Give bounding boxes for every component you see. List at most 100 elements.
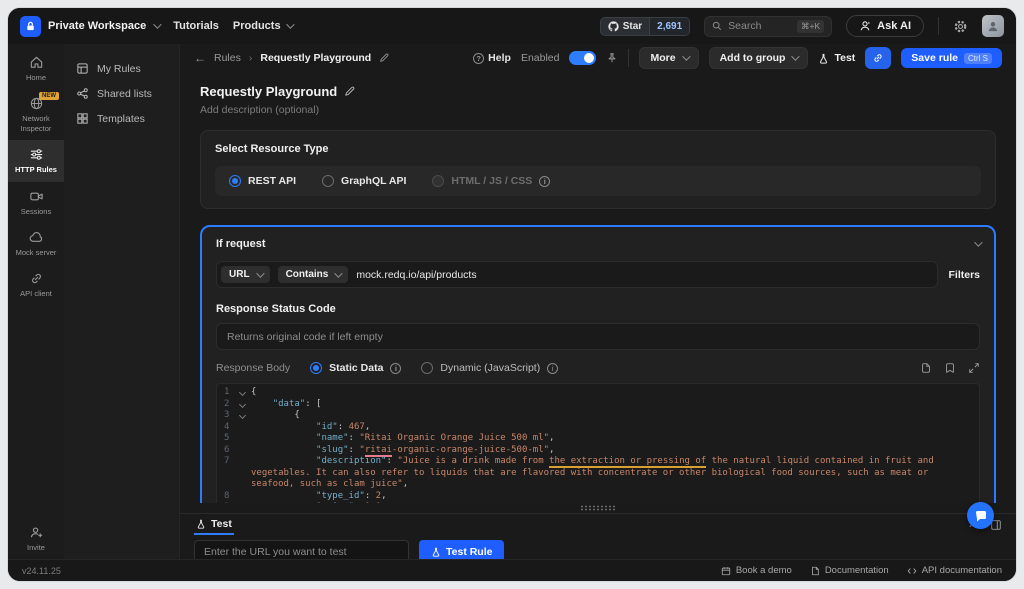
radio-icon [310, 362, 322, 374]
test-button[interactable]: Test [818, 52, 855, 64]
divider [628, 49, 629, 67]
share-link-button[interactable] [865, 47, 891, 69]
app-footer: v24.11.25 Book a demo Documentation API … [8, 559, 1016, 581]
tab-test[interactable]: Test [194, 514, 234, 535]
radio-dynamic-js[interactable]: Dynamic (JavaScript)i [421, 362, 558, 374]
format-code-icon[interactable] [920, 362, 932, 374]
response-body-editor[interactable]: 1{2 "data": [3 {4 "id": 467,5 "name": "R… [216, 383, 980, 503]
chevron-down-icon [153, 20, 161, 28]
sidebar-item-mock-server[interactable]: Mock server [8, 223, 64, 264]
edit-pencil-icon[interactable] [344, 86, 355, 97]
app-version: v24.11.25 [22, 566, 61, 576]
panel-splitter[interactable] [180, 503, 1016, 513]
search-icon [712, 21, 722, 31]
primary-sidebar: Home NEW Network Inspector HTTP Rules Se… [8, 44, 64, 559]
person-icon [987, 20, 999, 32]
sidebar-item-sessions[interactable]: Sessions [8, 182, 64, 223]
radio-icon [421, 362, 433, 374]
expand-icon[interactable] [968, 362, 980, 374]
more-button[interactable]: More [639, 47, 698, 69]
app-window: Private Workspace Tutorials Products Sta… [8, 8, 1016, 581]
sidebar-item-my-rules[interactable]: My Rules [64, 56, 179, 81]
status-code-label: Response Status Code [216, 303, 980, 315]
info-icon: i [539, 176, 550, 187]
save-rule-button[interactable]: Save ruleCtrl S [901, 48, 1002, 68]
user-avatar[interactable] [982, 15, 1004, 37]
search-shortcut: ⌘+K [797, 20, 824, 33]
chevron-down-icon [682, 52, 690, 60]
book-demo-link[interactable]: Book a demo [721, 565, 792, 576]
api-documentation-link[interactable]: API documentation [907, 565, 1002, 576]
enabled-toggle[interactable] [569, 51, 596, 65]
info-icon: i [547, 363, 558, 374]
resource-type-heading: Select Resource Type [215, 143, 981, 155]
code-lines: 1{2 "data": [3 {4 "id": 467,5 "name": "R… [217, 384, 979, 503]
sidebar-item-home[interactable]: Home [8, 48, 64, 89]
nav-tutorials[interactable]: Tutorials [173, 20, 219, 32]
condition-operator-dropdown[interactable]: Contains [278, 266, 349, 283]
chevron-down-icon [286, 20, 294, 28]
chat-bubble-icon [974, 509, 988, 523]
add-to-group-button[interactable]: Add to group [709, 47, 809, 69]
flask-icon [431, 547, 441, 557]
sidebar-item-network-inspector[interactable]: NEW Network Inspector [8, 89, 64, 140]
github-star-button[interactable]: Star 2,691 [600, 17, 690, 36]
test-rule-button[interactable]: Test Rule [419, 540, 504, 559]
info-icon: i [390, 363, 401, 374]
code-icon [907, 566, 917, 576]
document-icon[interactable] [944, 362, 956, 374]
chevron-down-icon [256, 269, 264, 277]
breadcrumb-current: Requestly Playground [260, 52, 371, 64]
top-bar: Private Workspace Tutorials Products Sta… [8, 8, 1016, 44]
sidebar-item-http-rules[interactable]: HTTP Rules [8, 140, 64, 181]
pin-icon[interactable] [606, 52, 618, 64]
nav-products[interactable]: Products [233, 20, 292, 32]
rule-description-placeholder[interactable]: Add description (optional) [200, 104, 996, 116]
github-icon [608, 21, 619, 32]
chat-widget-button[interactable] [967, 502, 994, 529]
radio-graphql-api[interactable]: GraphQL API [322, 175, 406, 187]
documentation-link[interactable]: Documentation [810, 565, 889, 576]
help-icon: ? [473, 53, 484, 64]
enabled-label: Enabled [521, 52, 560, 64]
radio-icon [322, 175, 334, 187]
filters-button[interactable]: Filters [948, 269, 980, 281]
breadcrumb-separator: › [249, 52, 253, 64]
breadcrumb-rules[interactable]: Rules [214, 52, 241, 64]
resource-type-options: REST API GraphQL API HTML / JS / CSSi [215, 166, 981, 196]
templates-grid-icon [76, 112, 89, 125]
rule-editor-header: ← Rules › Requestly Playground ?Help Ena… [180, 44, 1016, 72]
radio-icon [432, 175, 444, 187]
settings-gear-icon[interactable] [953, 19, 968, 34]
sidebar-item-api-client[interactable]: API client [8, 264, 64, 305]
radio-icon [229, 175, 241, 187]
invite-button[interactable]: Invite [8, 518, 64, 559]
test-url-input[interactable] [194, 540, 409, 559]
resource-type-card: Select Resource Type REST API GraphQL AP… [200, 130, 996, 209]
cloud-icon [29, 230, 44, 245]
workspace-name: Private Workspace [48, 20, 146, 32]
radio-static-data[interactable]: Static Datai [310, 362, 401, 374]
sidebar-item-shared-lists[interactable]: Shared lists [64, 81, 179, 106]
if-request-heading: If request [216, 238, 266, 250]
calendar-icon [721, 566, 731, 576]
condition-url-input[interactable] [356, 269, 933, 281]
collapse-chevron-icon[interactable] [974, 238, 982, 246]
back-arrow-icon[interactable]: ← [194, 51, 206, 65]
radio-rest-api[interactable]: REST API [229, 175, 296, 187]
link-icon [872, 52, 884, 64]
link-icon [29, 271, 44, 286]
rules-doc-icon [76, 62, 89, 75]
ask-ai-button[interactable]: Ask AI [846, 15, 924, 37]
radio-html-js-css: HTML / JS / CSSi [432, 175, 550, 187]
edit-pencil-icon[interactable] [379, 53, 389, 63]
workspace-switcher[interactable]: Private Workspace [20, 16, 159, 37]
github-star-count: 2,691 [649, 18, 689, 35]
search-input[interactable]: Search ⌘+K [704, 16, 832, 37]
condition-bar: URL Contains [216, 261, 938, 288]
sidebar-item-templates[interactable]: Templates [64, 106, 179, 131]
if-request-card: If request URL Contains Filters Response… [200, 225, 996, 503]
condition-key-dropdown[interactable]: URL [221, 266, 270, 283]
status-code-input[interactable] [216, 323, 980, 350]
help-button[interactable]: ?Help [473, 52, 511, 64]
